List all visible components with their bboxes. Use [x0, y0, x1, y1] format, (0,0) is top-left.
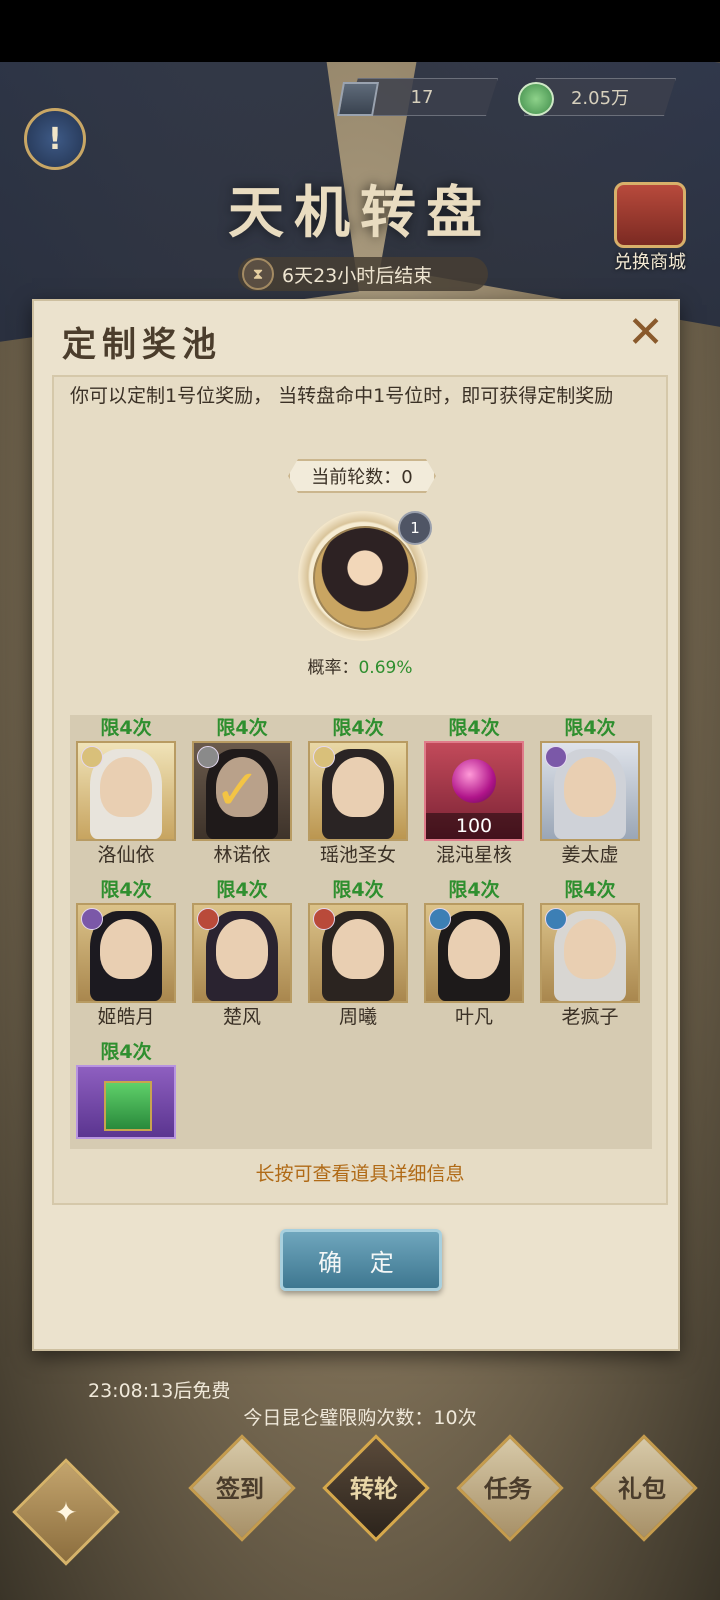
element-badge-icon: [81, 746, 103, 768]
dialog-description: 你可以定制1号位奖励， 当转盘命中1号位时，即可获得定制奖励: [70, 385, 614, 407]
reward-card: [540, 903, 640, 1003]
event-timer-text: 6天23小时后结束: [282, 264, 433, 287]
reward-item[interactable]: 限4次 ✓ 林诺依: [192, 715, 292, 869]
jade-coin-icon: [518, 82, 554, 116]
reward-card: 100: [424, 741, 524, 841]
element-badge-icon: [197, 908, 219, 930]
reward-name: 林诺依: [213, 844, 271, 866]
reward-card: [308, 903, 408, 1003]
current-round-label: 当前轮数：0: [288, 459, 436, 493]
nav-sign-in[interactable]: 签到: [188, 1434, 296, 1542]
long-press-hint: 长按可查看道具详细信息: [255, 1163, 465, 1185]
close-icon[interactable]: ✕: [627, 311, 664, 355]
reward-item[interactable]: 限4次 洛仙依: [76, 715, 176, 869]
nav-label: 转轮: [350, 1473, 398, 1503]
reward-item[interactable]: 限4次 100 混沌星核: [424, 715, 524, 869]
reward-limit: 限4次: [216, 879, 268, 901]
probability-value: 0.69%: [358, 658, 413, 678]
reward-limit: 限4次: [216, 717, 268, 739]
nav-wheel[interactable]: 转轮: [322, 1434, 430, 1542]
reward-limit: 限4次: [564, 879, 616, 901]
custom-pool-dialog: 定制奖池 ✕ 你可以定制1号位奖励， 当转盘命中1号位时，即可获得定制奖励 当前…: [32, 299, 680, 1351]
reward-limit: 限4次: [448, 717, 500, 739]
element-badge-icon: [313, 746, 335, 768]
exchange-shop-label: 兑换商城: [614, 252, 686, 273]
reward-grid: 限4次 洛仙依 限4次 ✓ 林诺依 限4次 瑶池圣女 限4次 100 混沌星核 …: [70, 715, 652, 1149]
reward-card: [308, 741, 408, 841]
reward-item[interactable]: 限4次 楚风: [192, 877, 292, 1031]
reward-limit: 限4次: [100, 717, 152, 739]
reward-name: 姜太虚: [561, 844, 619, 866]
reward-limit: 限4次: [448, 879, 500, 901]
nav-gift-pack[interactable]: 礼包: [590, 1434, 698, 1542]
reward-name: 瑶池圣女: [319, 844, 396, 866]
reward-item[interactable]: 限4次 叶凡: [424, 877, 524, 1031]
reward-item[interactable]: 限4次: [76, 1039, 176, 1139]
reward-limit: 限4次: [100, 1041, 152, 1063]
reward-name: 叶凡: [454, 1006, 493, 1028]
reward-card: [424, 903, 524, 1003]
character-face: [216, 919, 268, 979]
item-count: 100: [426, 813, 522, 839]
checkmark-icon: ✓: [214, 758, 261, 823]
reward-name: 姬皓月: [97, 1006, 155, 1028]
reward-card: [540, 741, 640, 841]
slot-number-badge: 1: [398, 511, 432, 545]
reward-item[interactable]: 限4次 瑶池圣女: [308, 715, 408, 869]
exclamation-icon: !: [48, 121, 62, 157]
confirm-button[interactable]: 确 定: [280, 1229, 442, 1291]
reward-name: 混沌星核: [435, 844, 512, 866]
character-face: [332, 919, 384, 979]
character-face: [448, 919, 500, 979]
event-title: 天机转盘: [228, 180, 492, 246]
book-icon: [337, 82, 379, 116]
star-core-orb-icon: [452, 759, 496, 803]
element-badge-icon: [429, 908, 451, 930]
element-badge-icon: [313, 908, 335, 930]
reward-name: 洛仙依: [97, 844, 155, 866]
reward-limit: 限4次: [332, 879, 384, 901]
character-face: [564, 919, 616, 979]
character-face: [332, 757, 384, 817]
element-badge-icon: [545, 746, 567, 768]
reward-card: [76, 1065, 176, 1139]
reward-limit: 限4次: [100, 879, 152, 901]
info-button[interactable]: !: [24, 108, 86, 170]
nav-label: 任务: [484, 1473, 532, 1503]
character-face: [100, 757, 152, 817]
free-spin-timer: 23:08:13后免费: [88, 1380, 231, 1402]
purchase-limit-text: 今日昆仑璧限购次数：10次: [243, 1407, 477, 1429]
reward-card: [76, 903, 176, 1003]
reward-card: [192, 903, 292, 1003]
reward-card: ✓: [192, 741, 292, 841]
reward-limit: 限4次: [332, 717, 384, 739]
reward-item[interactable]: 限4次 姬皓月: [76, 877, 176, 1031]
element-badge-icon: [81, 908, 103, 930]
reward-item[interactable]: 限4次 周曦: [308, 877, 408, 1031]
reward-item[interactable]: 限4次 老疯子: [540, 877, 640, 1031]
reward-card: [76, 741, 176, 841]
dialog-title: 定制奖池: [62, 325, 222, 365]
exchange-shop-button[interactable]: 兑换商城: [606, 182, 694, 274]
element-badge-icon: [545, 908, 567, 930]
event-timer: ⧗ 6天23小时后结束: [238, 257, 488, 291]
character-face: [100, 919, 152, 979]
swirl-icon: ✦: [54, 1495, 78, 1529]
hourglass-icon: ⧗: [242, 258, 274, 290]
reward-name: 楚风: [222, 1006, 261, 1028]
nav-label: 签到: [216, 1473, 264, 1503]
character-face: [564, 757, 616, 817]
nav-tasks[interactable]: 任务: [456, 1434, 564, 1542]
reward-limit: 限4次: [564, 717, 616, 739]
reward-item[interactable]: 限4次 姜太虚: [540, 715, 640, 869]
selected-character-portrait: [313, 526, 417, 630]
probability-label: 概率：0.69%: [292, 653, 428, 678]
reward-name: 老疯子: [561, 1006, 619, 1028]
reward-name: 周曦: [338, 1006, 377, 1028]
dialog-content: 你可以定制1号位奖励， 当转盘命中1号位时，即可获得定制奖励 当前轮数：0 1 …: [52, 375, 668, 1205]
gift-box-icon: [104, 1081, 152, 1131]
probability-text: 概率：: [307, 658, 359, 678]
nav-label: 礼包: [618, 1473, 666, 1503]
treasure-chest-icon: [614, 182, 686, 248]
